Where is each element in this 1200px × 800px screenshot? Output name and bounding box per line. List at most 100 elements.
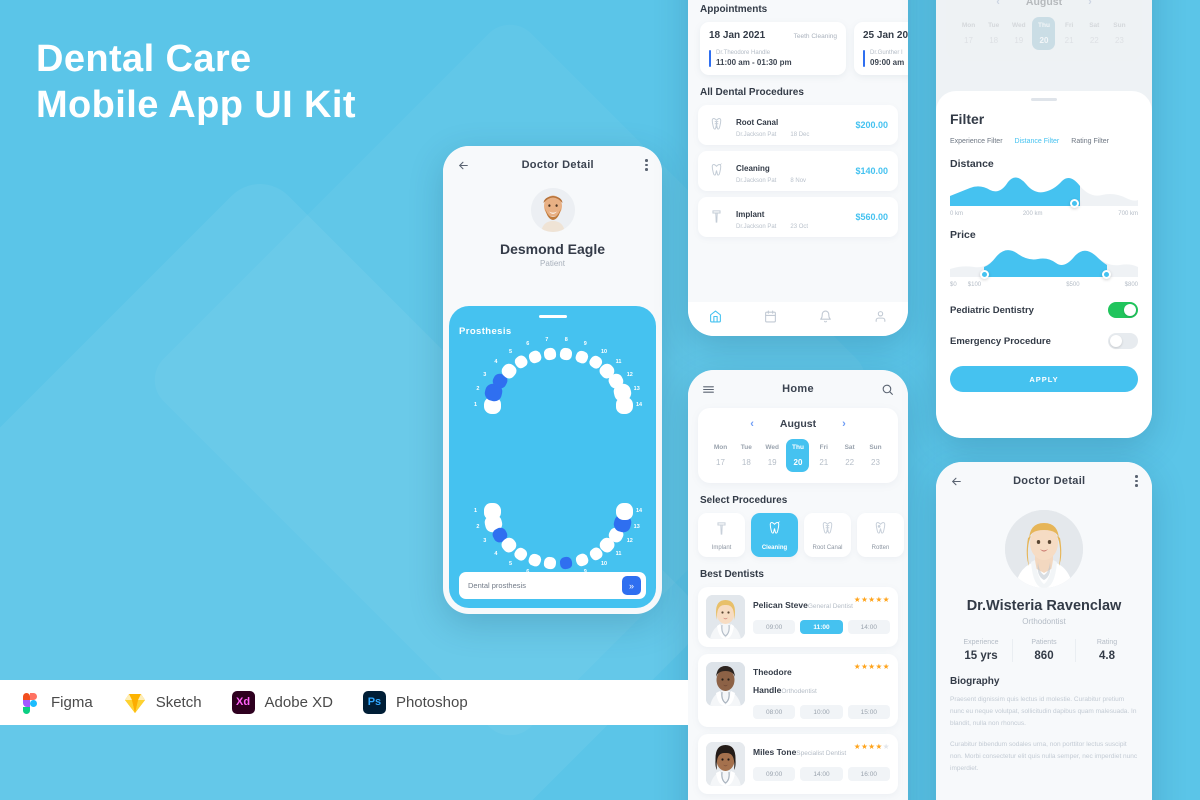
time-slot[interactable]: 08:00 <box>753 705 796 719</box>
tooth-number: 5 <box>508 561 513 568</box>
calendar-icon[interactable] <box>764 310 777 328</box>
prosthesis-input-value: Dental prosthesis <box>468 581 526 590</box>
user-icon[interactable] <box>874 310 887 328</box>
price-slider-knob-high[interactable] <box>1102 270 1112 279</box>
tooth-number: 9 <box>583 341 587 348</box>
tool-adobe-xd[interactable]: Xd Adobe XD <box>231 690 333 715</box>
calendar-day[interactable]: Wed 19 <box>761 439 784 472</box>
sheet-grabber[interactable] <box>1031 98 1057 101</box>
toggle-switch[interactable] <box>1108 302 1138 318</box>
dentist-name: Pelican Steve <box>753 600 808 610</box>
bell-icon[interactable] <box>819 310 832 328</box>
dentist-card[interactable]: Theodore HandleOrthodentist ★★★★★ 08:00 10:… <box>698 654 898 727</box>
procedure-chip-label: Cleaning <box>761 544 788 551</box>
tool-figma[interactable]: Figma <box>18 691 93 715</box>
apply-button[interactable]: APPLY <box>950 366 1138 392</box>
tooth[interactable] <box>573 348 589 364</box>
price-slider-knob-low[interactable] <box>980 270 990 279</box>
more-vertical-icon[interactable] <box>645 159 648 171</box>
chevron-right-icon[interactable]: › <box>842 418 846 430</box>
tooth[interactable] <box>615 502 633 520</box>
dentists-list: Pelican SteveGeneral Dentist ★★★★★ 09:00 11… <box>688 587 908 794</box>
procedure-chip[interactable]: Cleaning <box>751 513 798 557</box>
procedure-chip[interactable]: Implant <box>698 513 745 557</box>
tooth[interactable] <box>543 346 557 360</box>
bottom-navigation <box>688 302 908 336</box>
time-slot[interactable]: 14:00 <box>847 620 890 634</box>
time-slot[interactable]: 09:00 <box>753 620 796 634</box>
time-slot[interactable]: 16:00 <box>847 767 890 781</box>
appointment-card[interactable]: 18 Jan 2021 Teeth Cleaning Dr.Theodore H… <box>700 22 846 75</box>
calendar-day[interactable]: Tue 18 <box>735 439 758 472</box>
tool-photoshop[interactable]: Ps Photoshop <box>362 690 468 715</box>
screen-filter: Home ‹ August › Mon17Tue18Wed19Thu20Fri2… <box>936 0 1152 438</box>
procedure-doctor: Dr.Jackson Pat <box>736 132 777 138</box>
dentist-card[interactable]: Pelican SteveGeneral Dentist ★★★★★ 09:00 11… <box>698 587 898 647</box>
tool-sketch[interactable]: Sketch <box>123 691 202 715</box>
day-name: Tue <box>740 444 752 451</box>
time-slot[interactable]: 10:00 <box>800 705 843 719</box>
home-icon[interactable] <box>709 310 722 328</box>
tooth-number: 2 <box>476 523 480 530</box>
prosthesis-input-bar[interactable]: Dental prosthesis » <box>459 572 646 599</box>
procedure-date: 8 Nov <box>790 178 807 184</box>
avatar <box>1005 510 1083 588</box>
toggle-label: Pediatric Dentistry <box>950 304 1034 316</box>
price-label: Price <box>950 229 976 241</box>
distance-slider[interactable]: 0 km 200 km 700 km <box>950 174 1138 217</box>
time-slot[interactable]: 15:00 <box>847 705 890 719</box>
arrow-left-icon[interactable] <box>950 475 963 488</box>
chevron-left-icon[interactable]: ‹ <box>750 418 754 430</box>
arrow-left-icon[interactable] <box>457 159 470 172</box>
more-vertical-icon[interactable] <box>1135 475 1138 487</box>
procedure-row[interactable]: Root Canal Dr.Jackson Pat 18 Dec $200.00 <box>698 105 898 145</box>
sheet-grabber[interactable] <box>538 315 567 318</box>
tooth[interactable] <box>615 396 633 414</box>
screen-header: Home <box>688 370 908 408</box>
distance-slider-knob[interactable] <box>1070 199 1080 208</box>
procedure-row[interactable]: Implant Dr.Jackson Pat 23 Oct $560.00 <box>698 197 898 237</box>
avatar <box>530 188 575 232</box>
procedure-chip-label: Root Canal <box>812 544 843 551</box>
procedure-chip[interactable]: Root Canal <box>804 513 851 557</box>
procedure-chip[interactable]: Rotten <box>857 513 904 557</box>
calendar-days: Mon 17 Tue 18 Wed 19 Thu 20 Fri 21 Sat 22 Sun 23 <box>954 17 1134 50</box>
tooth[interactable] <box>573 552 589 568</box>
chevron-double-right-icon[interactable]: » <box>622 576 641 595</box>
search-icon[interactable] <box>881 383 894 396</box>
tooth-number: 2 <box>476 386 480 393</box>
time-slot[interactable]: 09:00 <box>753 767 796 781</box>
filter-tab[interactable]: Distance Filter <box>1015 138 1060 145</box>
tooth[interactable] <box>527 348 543 364</box>
tooth[interactable] <box>559 346 573 360</box>
appointment-card[interactable]: 25 Jan 20 Dr.Gunther I 09:00 am <box>854 22 908 75</box>
appointment-date: 18 Jan 2021 <box>709 30 766 41</box>
time-slot[interactable]: 14:00 <box>800 767 843 781</box>
tooth[interactable] <box>543 556 557 570</box>
screen-doctor-detail-patient: Doctor Detail Desmond Eagle Patient Pros… <box>443 146 662 614</box>
filter-tab[interactable]: Rating Filter <box>1071 138 1109 145</box>
tooth-number: 11 <box>615 358 622 365</box>
tooth-number: 11 <box>615 551 622 558</box>
time-slot[interactable]: 11:00 <box>800 620 843 634</box>
procedure-price: $560.00 <box>855 212 888 222</box>
day-name: Mon <box>713 444 728 451</box>
hamburger-menu-icon[interactable] <box>702 383 715 396</box>
filter-title: Filter <box>950 111 985 127</box>
toggle-switch[interactable] <box>1108 333 1138 349</box>
day-number: 18 <box>989 36 999 45</box>
filter-tab[interactable]: Experience Filter <box>950 138 1003 145</box>
calendar-day[interactable]: Thu 20 <box>786 439 810 472</box>
price-slider[interactable]: $0 $100 $500 $800 <box>950 245 1138 288</box>
calendar-day[interactable]: Fri 21 <box>812 439 835 472</box>
procedure-row[interactable]: Cleaning Dr.Jackson Pat 8 Nov $140.00 <box>698 151 898 191</box>
tooth[interactable] <box>527 552 543 568</box>
rating-stars: ★★★★★ <box>853 595 890 604</box>
teeth-chart[interactable]: 12345678910111213141234567891011121314 <box>459 337 646 578</box>
tooth[interactable] <box>559 556 573 570</box>
calendar-day[interactable]: Mon 17 <box>709 439 732 472</box>
procedure-doctor: Dr.Jackson Pat <box>736 224 777 230</box>
calendar-day[interactable]: Sun 23 <box>864 439 887 472</box>
dentist-card[interactable]: Miles ToneSpecialist Dentist ★★★★★ 09:00 14… <box>698 734 898 794</box>
calendar-day[interactable]: Sat 22 <box>838 439 861 472</box>
